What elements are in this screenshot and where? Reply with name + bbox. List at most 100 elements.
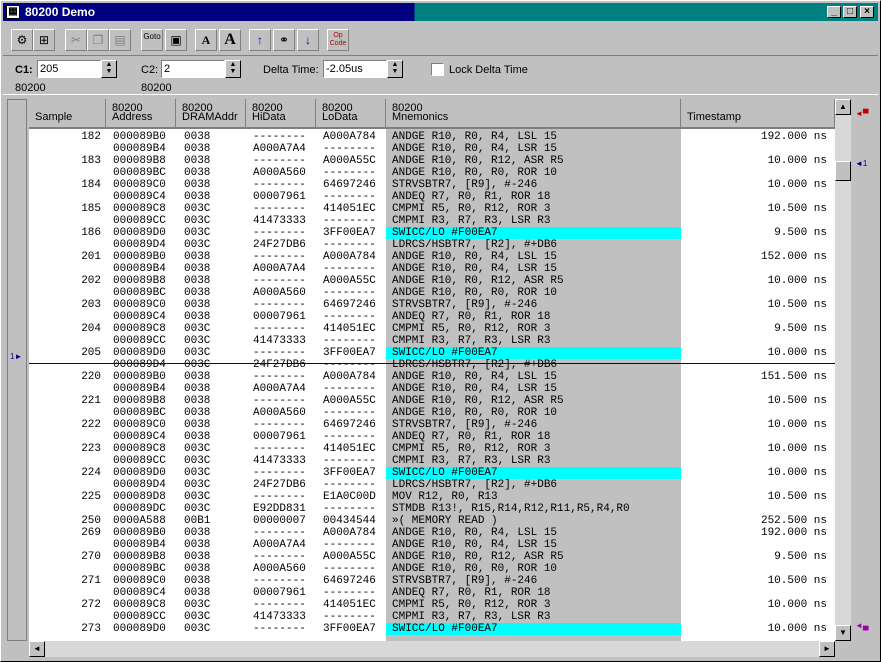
- delta-time-field[interactable]: -2.05us: [323, 60, 387, 78]
- table-row[interactable]: 000089B4 0038 A000A7A4 -------- ANDGE R10, R…: [29, 143, 835, 155]
- table-row[interactable]: 202 000089B8 0038 -------- A000A55C ANDGE R10…: [29, 275, 835, 287]
- vertical-scroll-thumb[interactable]: [835, 161, 851, 181]
- sample-cell: 223: [81, 443, 101, 455]
- table-row[interactable]: 221 000089B8 0038 -------- A000A55C ANDGE R10…: [29, 395, 835, 407]
- scroll-right-button[interactable]: ►: [819, 641, 835, 657]
- table-row[interactable]: 273 000089D0 003C -------- 3FF00EA7 SWICC/LO …: [29, 623, 835, 635]
- scroll-down-button[interactable]: ▼: [835, 625, 851, 641]
- col-header-hidata[interactable]: 80200 HiData: [246, 99, 316, 129]
- table-row[interactable]: 000089BC 0038 A000A560 -------- ANDGE R10, R…: [29, 287, 835, 299]
- table-row[interactable]: 201 000089B0 0038 -------- A000A784 ANDGE R10…: [29, 251, 835, 263]
- table-row[interactable]: 250 0000A588 00B1 00000007 00434544 »( MEMORY…: [29, 515, 835, 527]
- col-header-mnemonics[interactable]: 80200 Mnemonics: [386, 99, 681, 129]
- table-row[interactable]: 224 000089D0 003C -------- 3FF00EA7 SWICC/LO …: [29, 467, 835, 479]
- table-row[interactable]: 225 000089D8 003C -------- E1A0C00D MOV R12, …: [29, 491, 835, 503]
- mnemonic-cell: LDRCS/HSBTR7, [R2], #+DB6: [392, 239, 558, 251]
- insert-column-icon[interactable]: ⊞: [33, 29, 55, 51]
- table-row[interactable]: 185 000089C8 003C -------- 414051EC CMPMI R5,…: [29, 203, 835, 215]
- table-row[interactable]: 000089C4 0038 00007961 -------- ANDEQ R7, R0…: [29, 587, 835, 599]
- cut-icon[interactable]: ✂: [65, 29, 87, 51]
- scroll-left-button[interactable]: ◄: [29, 641, 45, 657]
- mnemonic-cell: ANDGE R10, R0, R12, ASR R5: [392, 275, 564, 287]
- vertical-scrollbar[interactable]: ▲ ▼: [835, 99, 851, 641]
- c2-spinner[interactable]: ▲ ▼: [225, 60, 241, 78]
- table-row[interactable]: 000089B4 0038 A000A7A4 -------- ANDGE R10, R…: [29, 539, 835, 551]
- col-header-sample[interactable]: Sample: [29, 99, 106, 129]
- c1-field[interactable]: 205: [37, 60, 101, 78]
- large-font-icon[interactable]: A: [219, 29, 241, 51]
- table-row[interactable]: 000089CC 003C 41473333 -------- CMPMI R3, R7…: [29, 455, 835, 467]
- col-header-lodata[interactable]: 80200 LoData: [316, 99, 386, 129]
- table-row[interactable]: 000089D4 003C 24F27DB6 -------- LDRCS/HSBTR7…: [29, 479, 835, 491]
- close-button[interactable]: ×: [860, 6, 874, 18]
- table-row[interactable]: 186 000089D0 003C -------- 3FF00EA7 SWICC/LO …: [29, 227, 835, 239]
- col-header-dramaddr[interactable]: 80200 DRAMAddr: [176, 99, 246, 129]
- table-row[interactable]: 000089C4 0038 00007961 -------- ANDEQ R7, R0…: [29, 191, 835, 203]
- copy-icon[interactable]: ❐: [87, 29, 109, 51]
- col-header-address[interactable]: 80200 Address: [106, 99, 176, 129]
- col-header-timestamp[interactable]: Timestamp: [681, 99, 835, 129]
- find-icon[interactable]: ▣: [165, 29, 187, 51]
- address-cell: 000089B4: [113, 539, 166, 551]
- table-row[interactable]: 220 000089B0 0038 -------- A000A784 ANDGE R10…: [29, 371, 835, 383]
- table-row[interactable]: 000089D4 003C 24F27DB6 -------- LDRCS/HSBTR7…: [29, 239, 835, 251]
- table-row[interactable]: 270 000089B8 0038 -------- A000A55C ANDGE R10…: [29, 551, 835, 563]
- table-row[interactable]: 205 000089D0 003C -------- 3FF00EA7 SWICC/LO …: [29, 347, 835, 359]
- table-row[interactable]: 000089D4 003C 24F27DB6 -------- LDRCS/HSBTR7…: [29, 359, 835, 371]
- mnemonic-cell: ANDGE R10, R0, R4, LSL 15: [392, 371, 558, 383]
- table-row[interactable]: 222 000089C0 0038 -------- 64697246 STRVSBTR7…: [29, 419, 835, 431]
- bottom-marker[interactable]: ◄▄: [855, 621, 869, 631]
- minimize-button[interactable]: _: [827, 6, 841, 18]
- c2-field[interactable]: 2: [161, 60, 225, 78]
- table-row[interactable]: 272 000089C8 003C -------- 414051EC CMPMI R5,…: [29, 599, 835, 611]
- table-row[interactable]: 183 000089B8 0038 -------- A000A55C ANDGE R10…: [29, 155, 835, 167]
- dramaddr-cell: 0038: [184, 383, 211, 395]
- c1-spinner[interactable]: ▲ ▼: [101, 60, 117, 78]
- table-row[interactable]: 204 000089C8 003C -------- 414051EC CMPMI R5,…: [29, 323, 835, 335]
- hidata-cell: A000A560: [253, 407, 306, 419]
- lock-delta-checkbox[interactable]: [431, 63, 444, 76]
- search-up-icon[interactable]: ↑: [249, 29, 271, 51]
- title-bar[interactable]: ▦ 80200 Demo _ □ ×: [3, 3, 878, 21]
- binoculars-icon[interactable]: ⚭: [273, 29, 295, 51]
- c1-marker[interactable]: 1►: [10, 352, 22, 362]
- table-row[interactable]: 000089CC 003C 41473333 -------- CMPMI R3, R7…: [29, 335, 835, 347]
- table-row[interactable]: 000089C4 0038 00007961 -------- ANDEQ R7, R0…: [29, 431, 835, 443]
- table-row[interactable]: 269 000089B0 0038 -------- A000A784 ANDGE R10…: [29, 527, 835, 539]
- small-font-icon[interactable]: A: [195, 29, 217, 51]
- search-down-icon[interactable]: ↓: [297, 29, 319, 51]
- table-row[interactable]: 223 000089C8 003C -------- 414051EC CMPMI R5,…: [29, 443, 835, 455]
- table-row[interactable]: 000089BC 0038 A000A560 -------- ANDGE R10, R…: [29, 167, 835, 179]
- horizontal-scrollbar[interactable]: ◄ ►: [29, 641, 835, 657]
- sample-cell: 184: [81, 179, 101, 191]
- lodata-cell: --------: [323, 479, 376, 491]
- opcode-button[interactable]: Op Code: [327, 29, 349, 51]
- table-row[interactable]: 000089BC 0038 A000A560 -------- ANDGE R10, R…: [29, 407, 835, 419]
- table-row[interactable]: 000089BC 0038 A000A560 -------- ANDGE R10, R…: [29, 563, 835, 575]
- dramaddr-cell: 0038: [184, 587, 211, 599]
- sample-cell: 250: [81, 515, 101, 527]
- table-row[interactable]: 203 000089C0 0038 -------- 64697246 STRVSBTR7…: [29, 299, 835, 311]
- table-row[interactable]: 000089C4 0038 00007961 -------- ANDEQ R7, R0…: [29, 311, 835, 323]
- sample-cell: 272: [81, 599, 101, 611]
- table-row[interactable]: 182 000089B0 0038 -------- A000A784 ANDGE R10…: [29, 131, 835, 143]
- table-row[interactable]: 000089CC 003C 41473333 -------- CMPMI R3, R7…: [29, 215, 835, 227]
- dramaddr-cell: 003C: [184, 227, 211, 239]
- mnemonic-cell: STRVSBTR7, [R9], #-246: [392, 299, 538, 311]
- table-row[interactable]: 184 000089C0 0038 -------- 64697246 STRVSBTR7…: [29, 179, 835, 191]
- paste-icon[interactable]: ▤: [109, 29, 131, 51]
- c2-marker[interactable]: ◄1: [855, 159, 867, 169]
- top-marker[interactable]: ◄▀: [855, 109, 869, 119]
- delta-time-spinner[interactable]: ▲ ▼: [387, 60, 403, 78]
- address-cell: 000089B4: [113, 383, 166, 395]
- scroll-up-button[interactable]: ▲: [835, 99, 851, 115]
- table-row[interactable]: 271 000089C0 0038 -------- 64697246 STRVSBTR7…: [29, 575, 835, 587]
- goto-button[interactable]: Goto: [141, 29, 163, 51]
- properties-icon[interactable]: ⚙: [11, 29, 33, 51]
- table-row[interactable]: 000089B4 0038 A000A7A4 -------- ANDGE R10, R…: [29, 263, 835, 275]
- maximize-button[interactable]: □: [843, 6, 857, 18]
- table-row[interactable]: 000089CC 003C 41473333 -------- CMPMI R3, R7…: [29, 611, 835, 623]
- app-icon[interactable]: ▦: [6, 5, 20, 19]
- table-row[interactable]: 000089B4 0038 A000A7A4 -------- ANDGE R10, R…: [29, 383, 835, 395]
- table-row[interactable]: 000089DC 003C E92DD831 -------- STMDB R13!, …: [29, 503, 835, 515]
